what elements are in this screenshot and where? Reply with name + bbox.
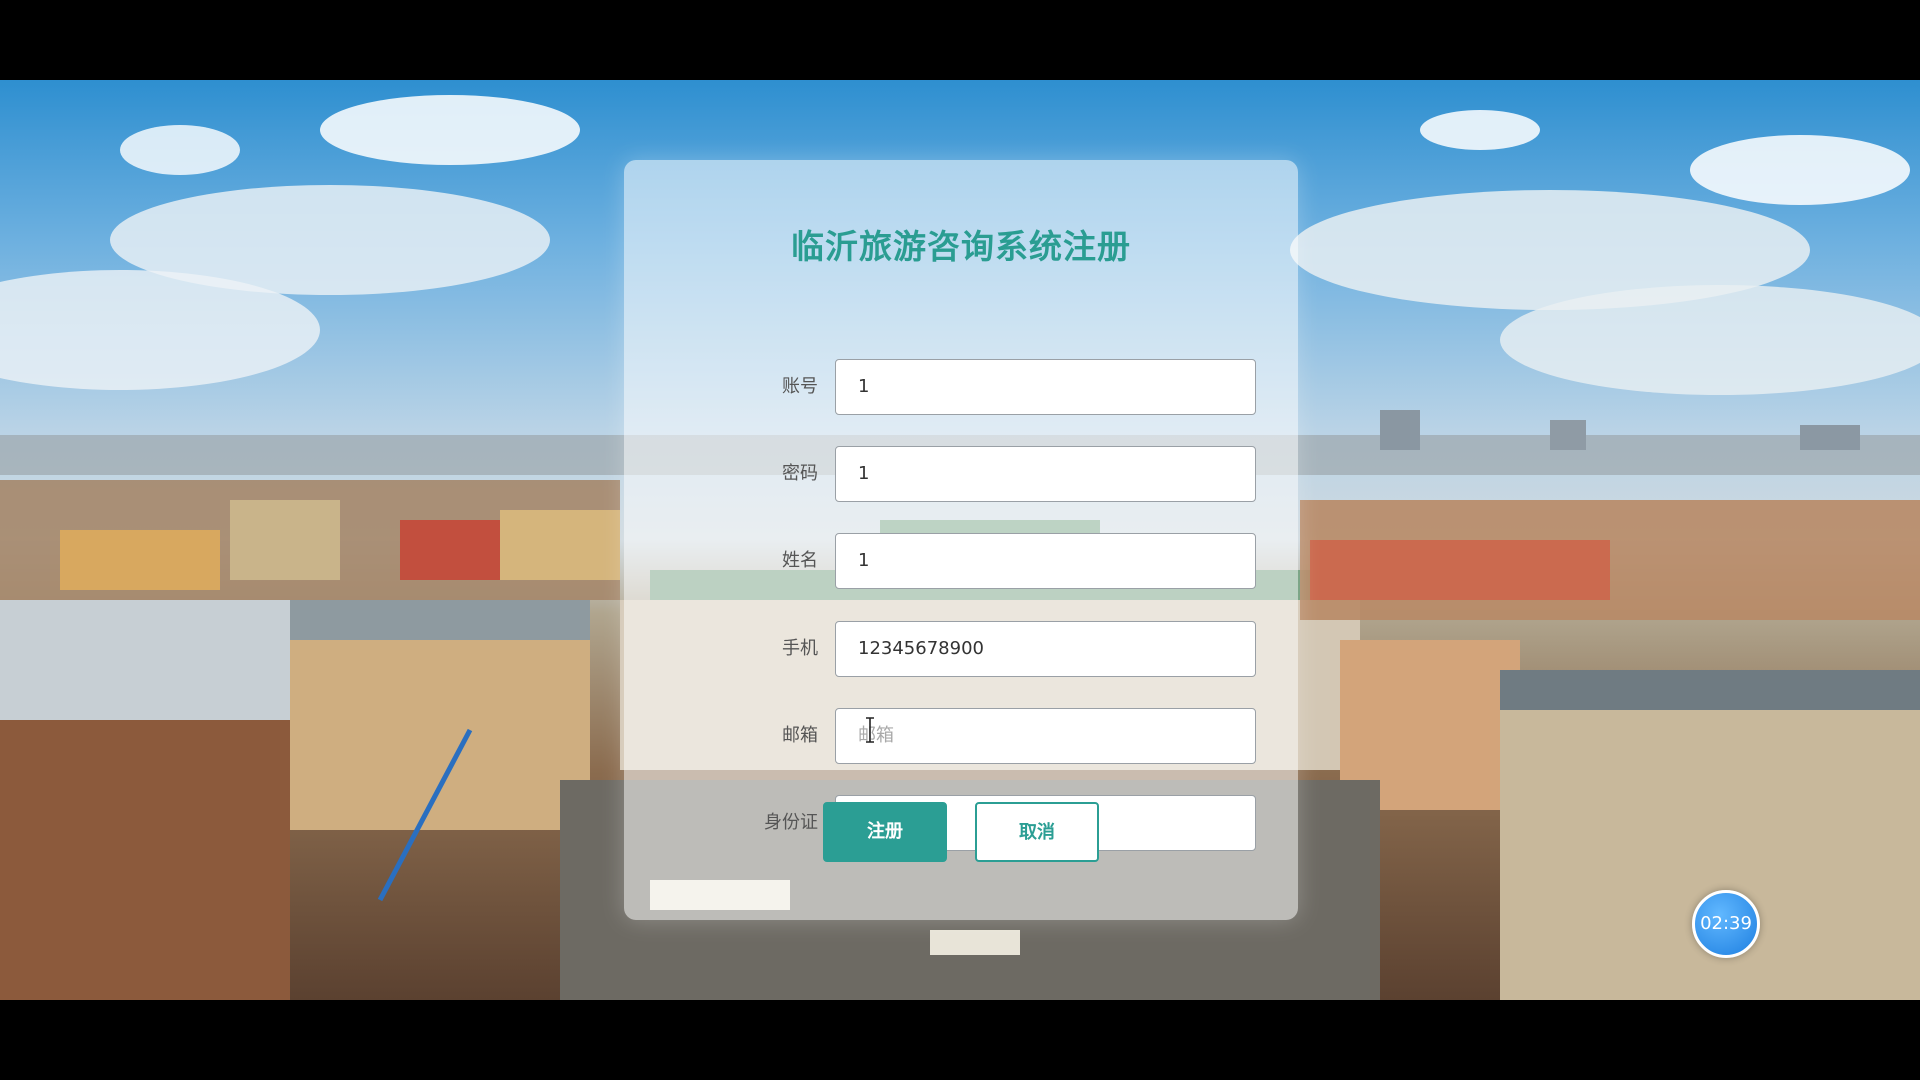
cancel-button[interactable]: 取消 [975,802,1099,862]
form-row-email: 邮箱 邮箱 [624,708,1298,764]
letterbox-bottom [0,1000,1920,1080]
phone-input[interactable]: 12345678900 [835,621,1256,677]
name-input[interactable]: 1 [835,533,1256,589]
phone-label: 手机 [782,638,818,659]
timer-badge[interactable]: 02:39 [1692,890,1760,958]
form-row-account: 账号 1 [624,359,1298,415]
password-label: 密码 [782,463,818,484]
account-label: 账号 [782,376,818,397]
form-row-name: 姓名 1 [624,533,1298,589]
form-row-password: 密码 1 [624,446,1298,502]
email-label: 邮箱 [782,725,818,746]
id-card-label: 身份证 [764,812,818,833]
text-cursor-icon [866,717,874,743]
letterbox-top [0,0,1920,80]
name-label: 姓名 [782,550,818,571]
page-title: 临沂旅游咨询系统注册 [791,227,1131,266]
form-row-phone: 手机 12345678900 [624,621,1298,677]
account-input[interactable]: 1 [835,359,1256,415]
register-panel: 临沂旅游咨询系统注册 账号 1 密码 1 姓名 1 手机 12345678900… [624,160,1298,920]
email-input[interactable]: 邮箱 [835,708,1256,764]
password-input[interactable]: 1 [835,446,1256,502]
form-row-id-card: 身份证 44058 [624,795,1298,851]
register-button[interactable]: 注册 [823,802,947,862]
